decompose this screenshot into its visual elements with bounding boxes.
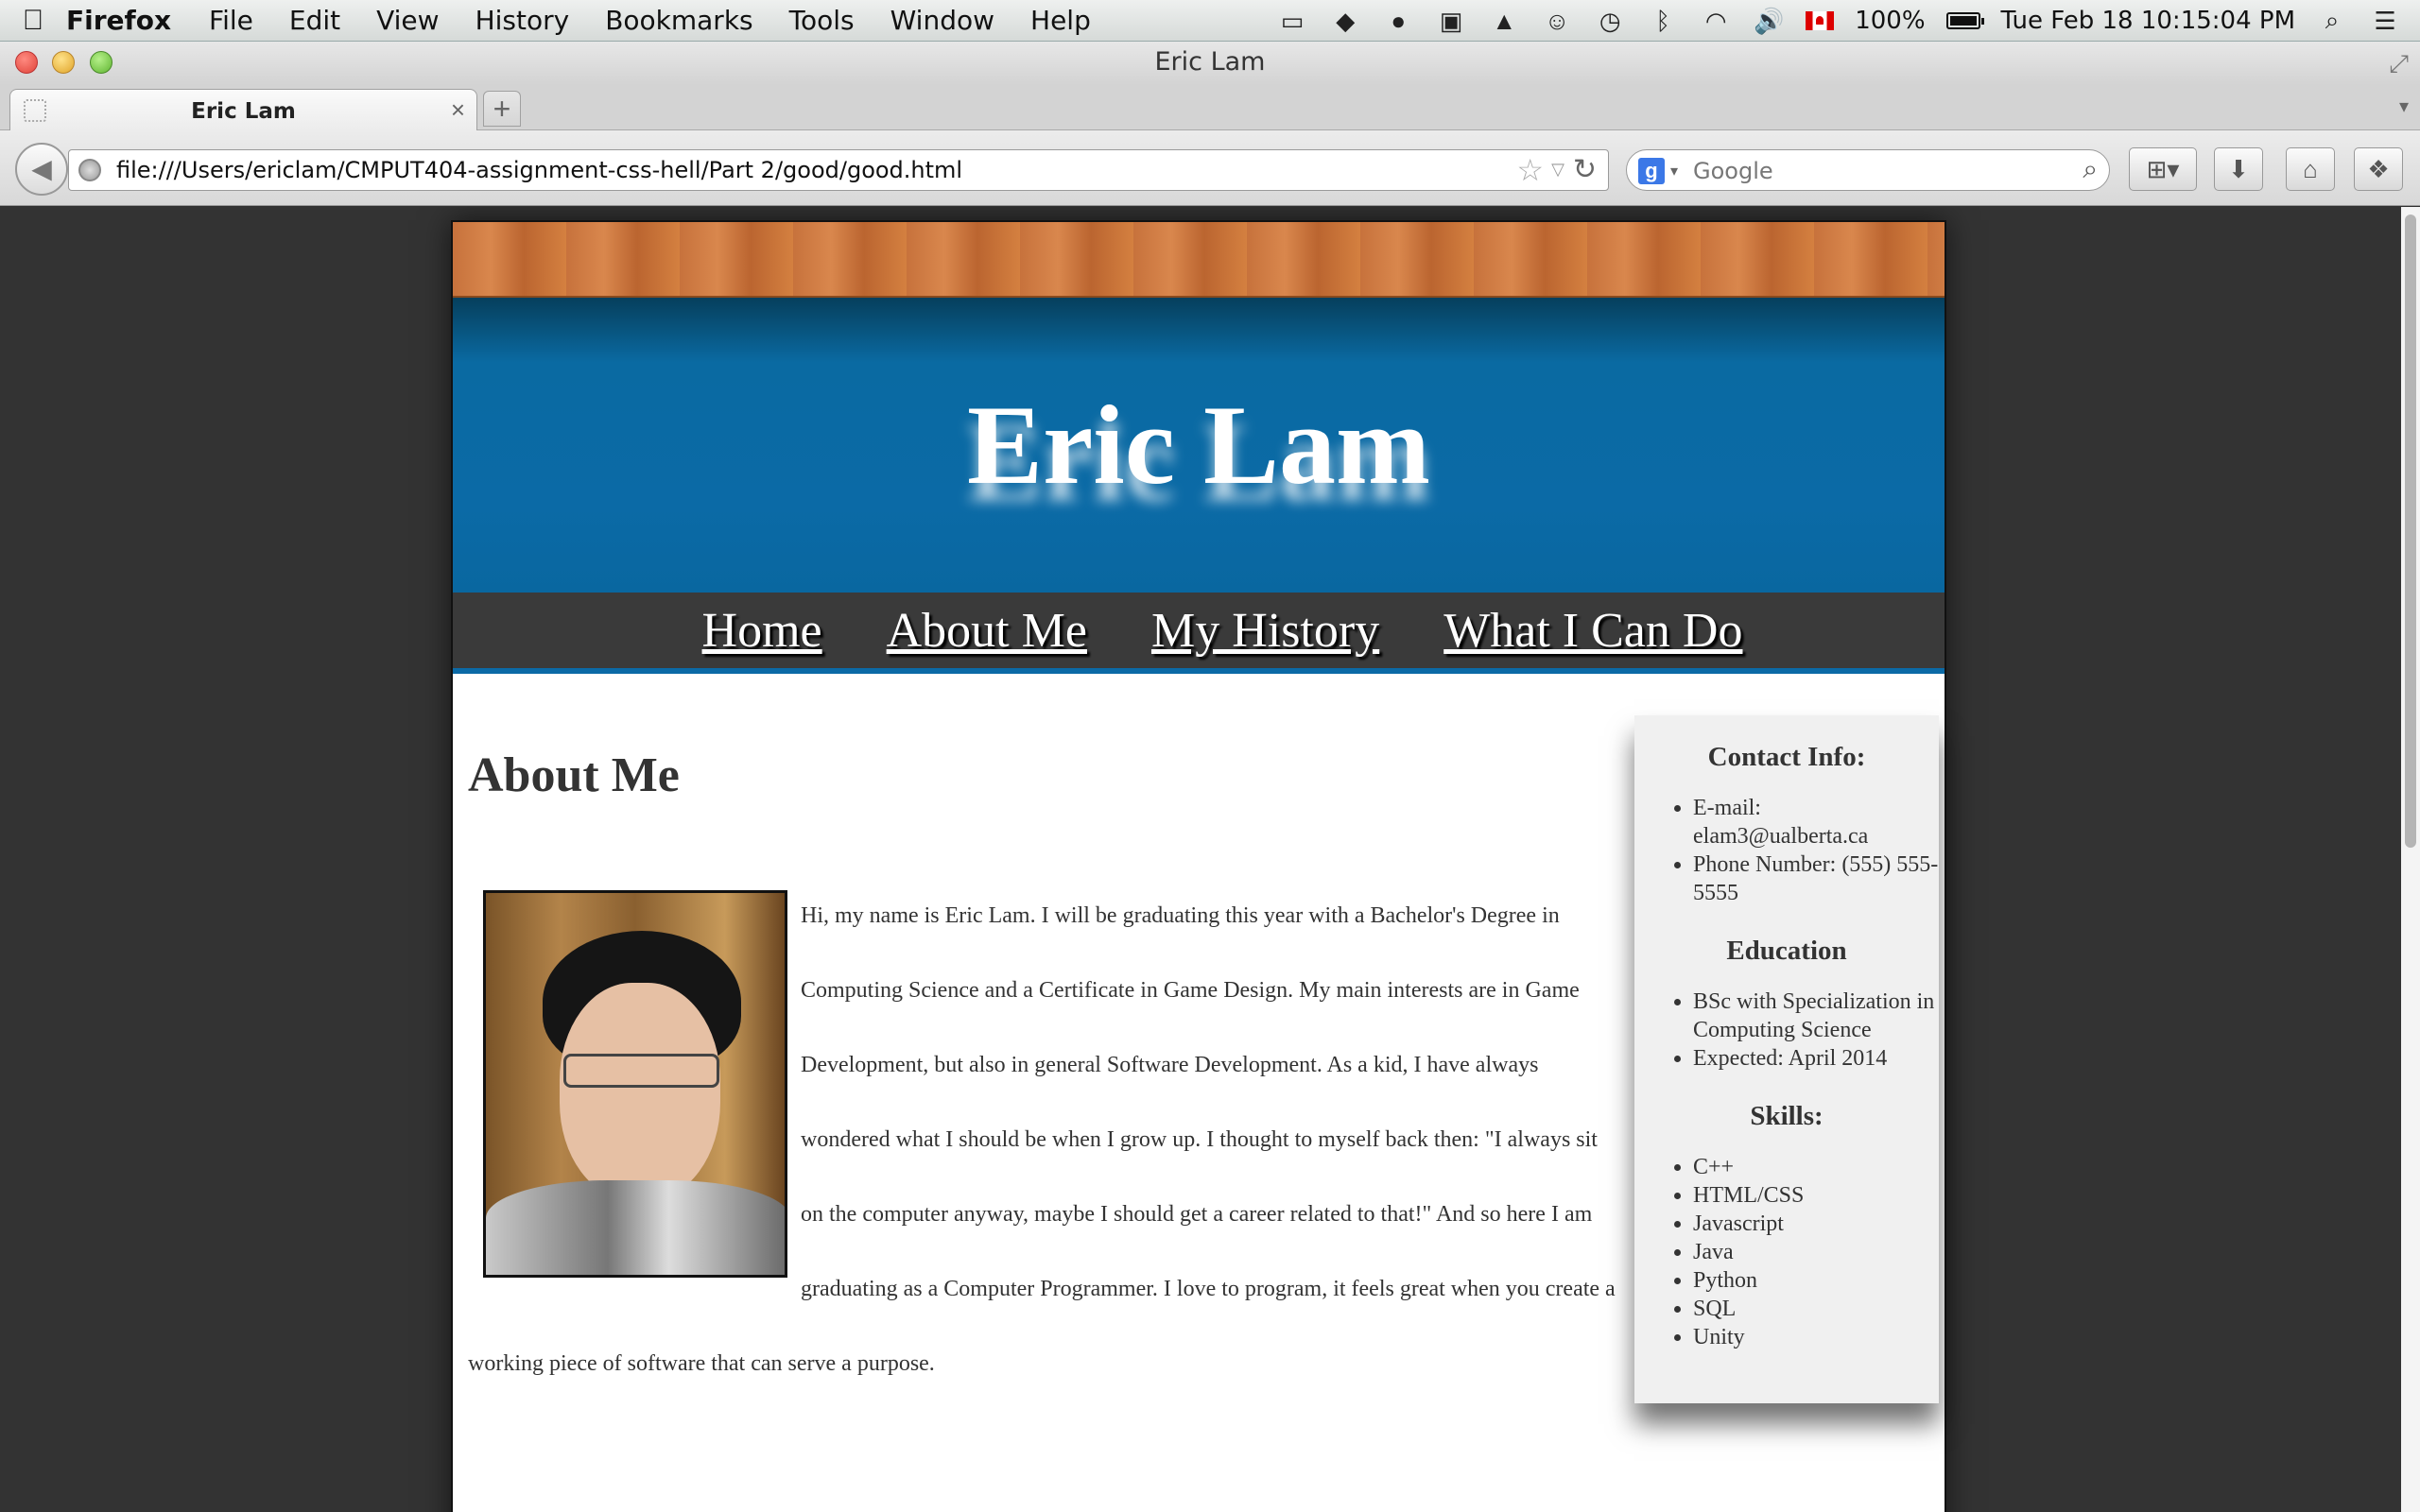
tab-close-icon[interactable]: × [451,95,465,125]
tab-strip: Eric Lam × + ▾ [0,85,2420,130]
contact-email: E-mail: elam3@ualberta.ca [1693,794,1939,850]
skill-item: SQL [1693,1295,1939,1323]
nav-home[interactable]: Home [702,603,822,659]
search-bar[interactable]: g ▾ Google ⌕ [1626,149,2110,191]
spotlight-icon[interactable]: ⌕ [2316,6,2348,35]
menu-edit[interactable]: Edit [289,5,340,36]
page-container: Eric Lam Home About Me My History What I… [451,220,1946,1512]
globe-icon [78,159,101,181]
url-bar[interactable]: file:///Users/ericlam/CMPUT404-assignmen… [68,149,1609,191]
download-icon[interactable]: ⬇ [2214,147,2263,191]
scrollbar-thumb[interactable] [2405,215,2416,848]
menu-items: Firefox File Edit View History Bookmarks… [66,0,1127,42]
contact-list: E-mail: elam3@ualberta.ca Phone Number: … [1634,794,1939,907]
history-dropdown-icon[interactable]: ▽ [1551,160,1564,180]
search-input[interactable]: Google [1693,158,1773,184]
skill-item: C++ [1693,1153,1939,1181]
new-tab-button[interactable]: + [483,91,521,127]
search-engine-dropdown-icon[interactable]: ▾ [1670,162,1678,180]
menu-window[interactable]: Window [890,5,994,36]
chat-icon[interactable]: ● [1382,7,1414,35]
addon-icon[interactable]: ❖ [2354,147,2403,191]
skill-item: Unity [1693,1323,1939,1351]
accessibility-icon[interactable]: ☺ [1541,7,1573,35]
apple-icon[interactable]:  [0,5,66,37]
site-nav: Home About Me My History What I Can Do [453,593,1945,674]
clock[interactable]: Tue Feb 18 10:15:04 PM [2001,7,2295,35]
sidebar: Contact Info: E-mail: elam3@ualberta.ca … [1634,715,1939,1403]
bluetooth-icon[interactable]: ᛒ [1647,7,1679,35]
airplay-icon[interactable]: ▲ [1488,7,1520,35]
nav-what-i-can-do[interactable]: What I Can Do [1443,603,1742,659]
home-icon[interactable]: ⌂ [2286,147,2335,191]
time-machine-icon[interactable]: ◷ [1594,7,1626,35]
education-heading: Education [1726,936,1847,966]
display-icon[interactable]: ▭ [1276,7,1308,35]
navigation-toolbar: ◀ file:///Users/ericlam/CMPUT404-assignm… [0,130,2420,206]
skills-list: C++ HTML/CSS Javascript Java Python SQL … [1634,1153,1939,1351]
back-arrow-icon[interactable]: ◀ [15,143,68,196]
volume-icon[interactable]: 🔊 [1753,7,1785,35]
education-list: BSc with Specialization in Computing Sci… [1634,988,1939,1073]
nav-my-history[interactable]: My History [1151,603,1379,659]
status-area: ▭ ◆ ● ▣ ▲ ☺ ◷ ᛒ ◠ 🔊 100% Tue Feb 18 10:1… [1276,0,2401,42]
star-icon[interactable]: ☆ [1516,152,1544,188]
vertical-scrollbar[interactable] [2401,207,2420,1512]
site-title: Eric Lam [967,382,1430,507]
tab-list-chevron-icon[interactable]: ▾ [2399,94,2409,118]
search-icon[interactable]: ⌕ [2083,154,2098,185]
app-icon[interactable]: ▣ [1435,7,1467,35]
skill-item: HTML/CSS [1693,1181,1939,1210]
contact-heading: Contact Info: [1707,742,1866,772]
menu-view[interactable]: View [376,5,439,36]
wood-banner [453,222,1945,298]
site-header: Eric Lam [453,298,1945,593]
google-icon[interactable]: g [1638,158,1665,184]
battery-icon[interactable] [1945,12,1984,29]
education-expected: Expected: April 2014 [1693,1044,1939,1073]
menu-tools[interactable]: Tools [789,5,855,36]
battery-percent: 100% [1855,7,1926,35]
menu-bookmarks[interactable]: Bookmarks [605,5,752,36]
profile-photo [483,890,787,1278]
fullscreen-icon[interactable]: ⤢ [2389,49,2409,79]
wifi-icon[interactable]: ◠ [1700,7,1732,35]
skills-heading: Skills: [1750,1101,1824,1131]
reload-icon[interactable]: ↻ [1573,153,1597,186]
menu-bar:  Firefox File Edit View History Bookmar… [0,0,2420,42]
page-viewport: Eric Lam Home About Me My History What I… [0,207,2401,1512]
menu-help[interactable]: Help [1030,5,1091,36]
contact-phone: Phone Number: (555) 555-5555 [1693,850,1939,907]
nav-about-me[interactable]: About Me [887,603,1087,659]
menu-app-firefox[interactable]: Firefox [66,5,171,36]
window-titlebar: Eric Lam ⤢ [0,42,2420,85]
skill-item: Java [1693,1238,1939,1266]
main-content: About Me Hi, my name is Eric Lam. I will… [453,674,1945,1403]
notification-center-icon[interactable]: ☰ [2369,7,2401,35]
input-source-flag-icon[interactable] [1806,11,1835,30]
education-degree: BSc with Specialization in Computing Sci… [1693,988,1939,1044]
screenshot-addon-button[interactable]: ⊞▾ [2129,147,2197,191]
skill-item: Javascript [1693,1210,1939,1238]
tab-eric-lam[interactable]: Eric Lam × [9,89,477,130]
menu-file[interactable]: File [209,5,253,36]
window-title: Eric Lam [1154,47,1266,77]
menu-history[interactable]: History [475,5,570,36]
url-text[interactable]: file:///Users/ericlam/CMPUT404-assignmen… [116,157,962,183]
dropbox-icon[interactable]: ◆ [1329,7,1361,35]
skill-item: Python [1693,1266,1939,1295]
tab-title: Eric Lam [191,99,296,124]
